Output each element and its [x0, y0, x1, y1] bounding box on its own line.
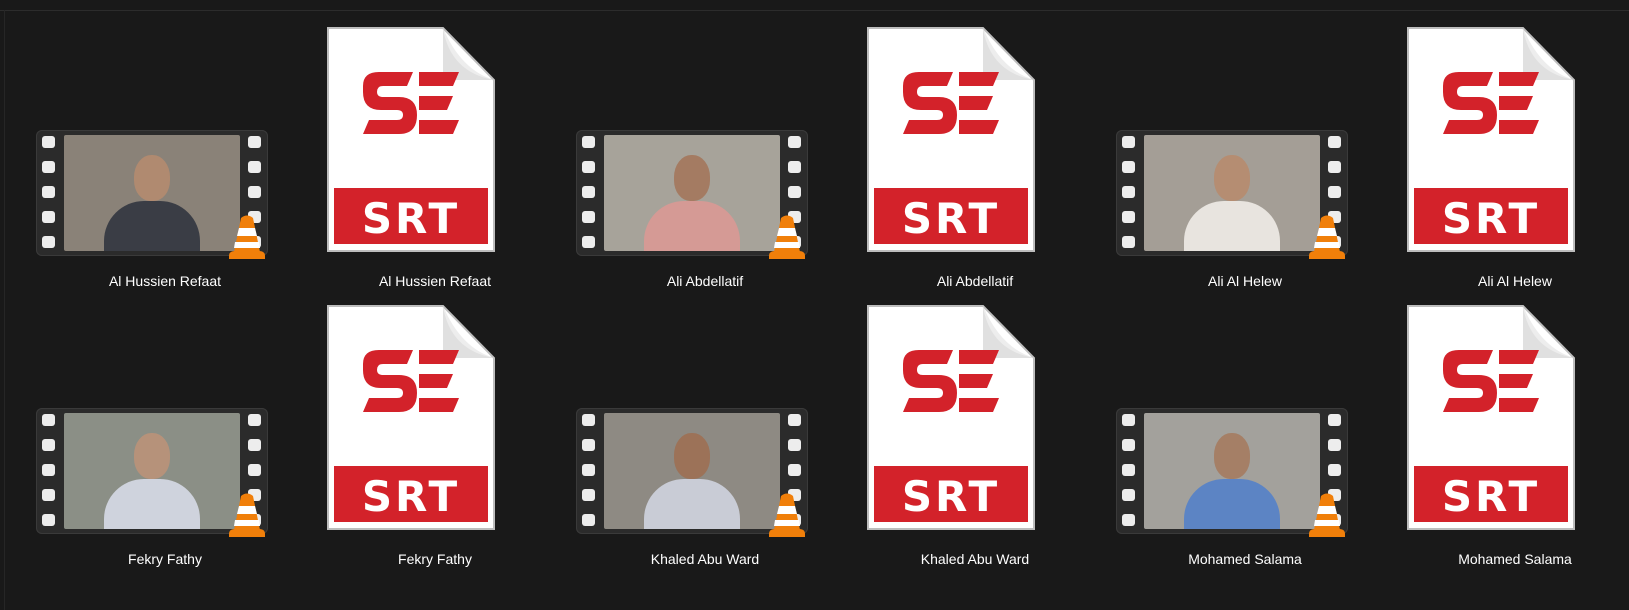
- srt-file-item[interactable]: SRT Ali Al Helew: [1380, 22, 1629, 300]
- film-perforations-left: [42, 414, 56, 539]
- video-thumbnail: [570, 300, 840, 550]
- video-file-item[interactable]: Ali Al Helew: [1110, 22, 1380, 300]
- svg-text:SRT: SRT: [902, 194, 1000, 243]
- srt-document-icon: SRT: [867, 305, 1035, 530]
- vlc-cone-icon: [229, 215, 265, 259]
- vlc-cone-icon: [769, 215, 805, 259]
- video-thumbnail: [30, 22, 300, 272]
- video-file-item[interactable]: Al Hussien Refaat: [30, 22, 300, 300]
- person-figure: [604, 135, 780, 251]
- file-name-label: Khaled Abu Ward: [650, 551, 760, 567]
- film-perforations-left: [1122, 414, 1136, 539]
- svg-text:SRT: SRT: [362, 472, 460, 521]
- person-figure: [1144, 413, 1320, 529]
- file-name-label: Ali Al Helew: [1208, 273, 1282, 289]
- file-name-label: Fekry Fathy: [128, 551, 202, 567]
- video-thumbnail: [1110, 22, 1380, 272]
- film-perforations-left: [42, 136, 56, 261]
- file-name-label: Fekry Fathy: [398, 551, 472, 567]
- video-thumbnail: [30, 300, 300, 550]
- film-perforations-left: [1122, 136, 1136, 261]
- vlc-cone-icon: [229, 493, 265, 537]
- video-file-item[interactable]: Fekry Fathy: [30, 300, 300, 578]
- film-perforations-left: [582, 136, 596, 261]
- srt-thumbnail: SRT: [1380, 300, 1629, 550]
- vlc-cone-icon: [1309, 493, 1345, 537]
- srt-file-item[interactable]: SRT Fekry Fathy: [300, 300, 570, 578]
- video-frame: [604, 413, 780, 529]
- file-name-label: Al Hussien Refaat: [108, 273, 222, 289]
- video-file-item[interactable]: Khaled Abu Ward: [570, 300, 840, 578]
- srt-document-icon: SRT: [1407, 27, 1575, 252]
- file-name-label: Khaled Abu Ward: [920, 551, 1030, 567]
- srt-file-item[interactable]: SRT Khaled Abu Ward: [840, 300, 1110, 578]
- video-thumbnail: [570, 22, 840, 272]
- srt-thumbnail: SRT: [840, 300, 1110, 550]
- srt-thumbnail: SRT: [300, 300, 570, 550]
- video-frame: [64, 135, 240, 251]
- file-name-label: Ali Abdellatif: [936, 273, 1014, 289]
- video-frame: [1144, 413, 1320, 529]
- file-name-label: Ali Abdellatif: [666, 273, 744, 289]
- srt-document-icon: SRT: [1407, 305, 1575, 530]
- file-name-label: Ali Al Helew: [1478, 273, 1552, 289]
- video-file-item[interactable]: Mohamed Salama: [1110, 300, 1380, 578]
- svg-text:SRT: SRT: [1442, 472, 1540, 521]
- srt-file-item[interactable]: SRT Al Hussien Refaat: [300, 22, 570, 300]
- srt-thumbnail: SRT: [840, 22, 1110, 272]
- person-figure: [64, 413, 240, 529]
- person-figure: [604, 413, 780, 529]
- srt-document-icon: SRT: [327, 305, 495, 530]
- srt-file-item[interactable]: SRT Ali Abdellatif: [840, 22, 1110, 300]
- left-divider: [4, 10, 5, 610]
- file-grid: Al Hussien Refaat SRT Al Hussien Refaat: [30, 22, 1629, 578]
- film-perforations-left: [582, 414, 596, 539]
- file-name-label: Mohamed Salama: [1458, 551, 1572, 567]
- vlc-cone-icon: [769, 493, 805, 537]
- file-name-label: Al Hussien Refaat: [378, 273, 492, 289]
- srt-thumbnail: SRT: [300, 22, 570, 272]
- srt-document-icon: SRT: [867, 27, 1035, 252]
- vlc-cone-icon: [1309, 215, 1345, 259]
- svg-text:SRT: SRT: [362, 194, 460, 243]
- video-frame: [604, 135, 780, 251]
- svg-text:SRT: SRT: [1442, 194, 1540, 243]
- person-figure: [64, 135, 240, 251]
- video-thumbnail: [1110, 300, 1380, 550]
- srt-file-item[interactable]: SRT Mohamed Salama: [1380, 300, 1629, 578]
- svg-text:SRT: SRT: [902, 472, 1000, 521]
- srt-thumbnail: SRT: [1380, 22, 1629, 272]
- video-frame: [1144, 135, 1320, 251]
- top-divider: [0, 10, 1629, 11]
- video-frame: [64, 413, 240, 529]
- video-file-item[interactable]: Ali Abdellatif: [570, 22, 840, 300]
- srt-document-icon: SRT: [327, 27, 495, 252]
- file-name-label: Mohamed Salama: [1188, 551, 1302, 567]
- person-figure: [1144, 135, 1320, 251]
